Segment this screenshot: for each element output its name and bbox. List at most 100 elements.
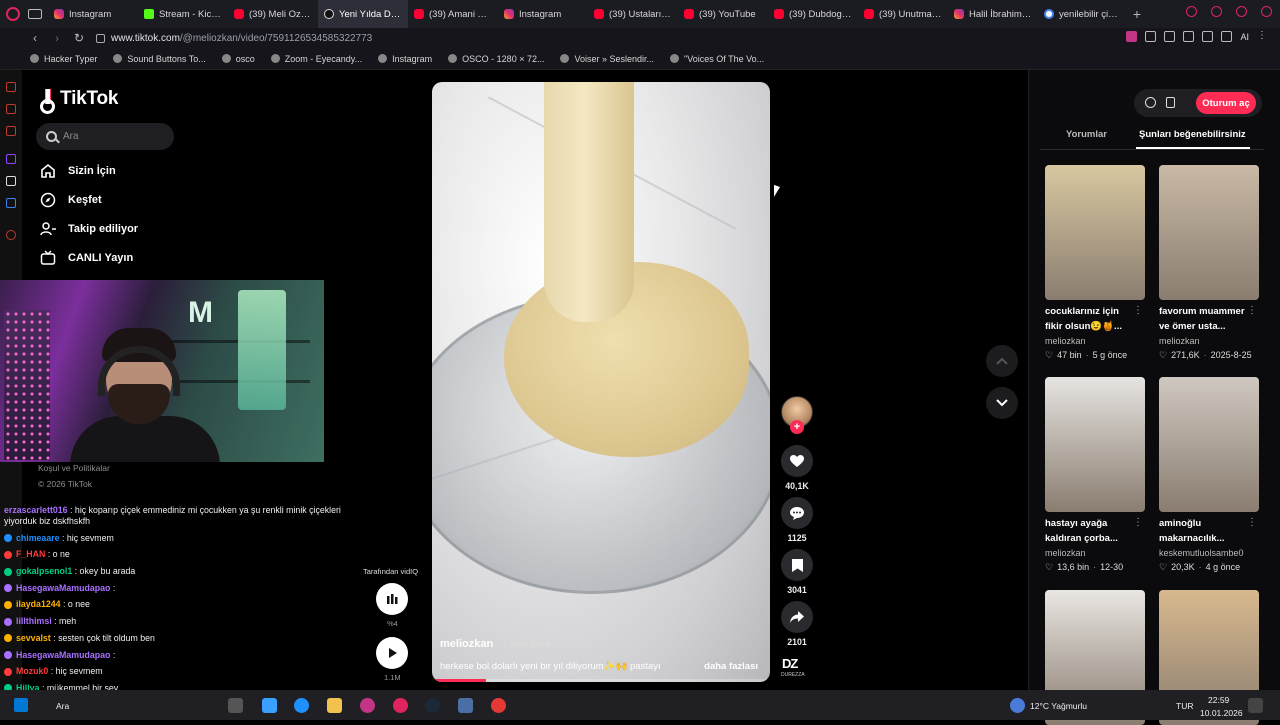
suggested-video-card[interactable]: cocuklarınız için fikir olsun😉🍯... ⋮ melio… <box>1045 165 1145 361</box>
menu-icon[interactable]: ⋮ <box>1257 31 1268 42</box>
bookmark-item[interactable]: Voiser » Seslendir... <box>560 54 654 64</box>
tab-comments[interactable]: Yorumlar <box>1066 129 1107 140</box>
bookmark-item[interactable]: OSCO - 1280 × 72... <box>448 54 544 64</box>
bookmark-item[interactable]: Hacker Typer <box>30 54 97 64</box>
bookmark-item[interactable]: Instagram <box>378 54 432 64</box>
taskbar-app-icon[interactable] <box>458 698 473 713</box>
next-video-button[interactable] <box>986 387 1018 419</box>
puzzle-icon[interactable] <box>1164 31 1176 42</box>
twitch-icon[interactable] <box>6 154 16 164</box>
cart-icon[interactable] <box>1183 31 1195 42</box>
taskbar-app-icon[interactable] <box>491 698 506 713</box>
video-thumbnail[interactable] <box>1159 165 1259 300</box>
login-button[interactable]: Oturum aç <box>1196 92 1256 114</box>
play-button[interactable] <box>376 637 408 669</box>
browser-tab[interactable]: Instagram <box>498 0 588 28</box>
card-author[interactable]: keskemutluolsambe0 <box>1159 548 1259 558</box>
share-button[interactable] <box>781 601 813 633</box>
browser-tab[interactable]: (39) Amani Yan <box>408 0 498 28</box>
sidebar-app-icon[interactable] <box>6 104 16 114</box>
new-tab-button[interactable]: + <box>1130 6 1144 22</box>
opera-icon[interactable] <box>393 698 408 713</box>
browser-tab[interactable]: yenilebilir çiçek <box>1038 0 1128 28</box>
x-icon[interactable] <box>6 176 16 186</box>
phone-icon[interactable] <box>1166 97 1175 108</box>
minimize-icon[interactable] <box>1211 6 1222 17</box>
reload-button[interactable]: ↻ <box>68 31 90 45</box>
more-options-icon[interactable]: ⋮ <box>1247 517 1257 528</box>
url-field[interactable]: www.tiktok.com/@meliozkan/video/75911265… <box>111 33 372 44</box>
sidebar-app-icon[interactable] <box>6 82 16 92</box>
start-icon[interactable] <box>14 698 28 712</box>
chat-username[interactable]: HasegawaMamudapao <box>16 583 110 593</box>
nav-live[interactable]: CANLI Yayın <box>40 250 133 266</box>
browser-tab[interactable]: (39) Meli Ozkan <box>228 0 318 28</box>
bookmark-item[interactable]: Sound Buttons To... <box>113 54 206 64</box>
footer-terms-link[interactable]: Koşul ve Politikalar <box>38 463 110 473</box>
pause-button[interactable] <box>376 583 408 615</box>
folder-icon[interactable] <box>327 698 342 713</box>
chat-username[interactable]: gokalpsenol1 <box>16 566 72 576</box>
video-author-name[interactable]: meliozkan <box>440 638 493 650</box>
browser-tab[interactable]: Yeni Yılda Dolarla Pasta Ta <box>318 0 408 28</box>
video-player[interactable]: meliozkan · 1 saat önce herkese bol dola… <box>432 82 770 682</box>
task-view-icon[interactable] <box>228 698 243 713</box>
suggested-video-card[interactable]: hastayı ayağa kaldıran çorba... ⋮ meliozka… <box>1045 377 1145 573</box>
comment-button[interactable] <box>781 497 813 529</box>
search-input[interactable] <box>63 131 163 142</box>
browser-tab[interactable]: (39) Unutma Be <box>858 0 948 28</box>
previous-video-button[interactable] <box>986 345 1018 377</box>
video-thumbnail[interactable] <box>1045 377 1145 512</box>
clock-time[interactable]: 22:59 <box>1208 695 1229 705</box>
more-options-icon[interactable]: ⋮ <box>1247 305 1257 316</box>
card-author[interactable]: meliozkan <box>1159 336 1259 346</box>
bookmark-item[interactable]: osco <box>221 54 255 64</box>
back-button[interactable]: ‹ <box>24 31 46 45</box>
lock-icon[interactable] <box>96 33 105 43</box>
browser-tab[interactable]: Halil İbrahim Ce <box>948 0 1038 28</box>
browser-tab[interactable]: Stream - Kick D <box>138 0 228 28</box>
chat-username[interactable]: ilayda1244 <box>16 599 61 609</box>
browser-tab[interactable]: (39) Ustaları için <box>588 0 678 28</box>
bookmark-button[interactable] <box>781 549 813 581</box>
nav-explore[interactable]: Keşfet <box>40 192 102 208</box>
bookmark-item[interactable]: "Voices Of The Vo... <box>670 54 764 64</box>
edge-icon[interactable] <box>294 698 309 713</box>
notification-icon[interactable] <box>1248 698 1263 713</box>
browser-logo-icon[interactable] <box>6 7 20 21</box>
card-author[interactable]: meliozkan <box>1045 548 1145 558</box>
browser-tab[interactable]: Instagram <box>48 0 138 28</box>
bookmark-item[interactable]: Zoom - Eyecandy... <box>270 54 362 64</box>
card-title[interactable]: favorum muammer ve ömer usta... <box>1159 304 1245 334</box>
compass-icon[interactable] <box>1145 97 1156 108</box>
video-thumbnail[interactable] <box>1159 377 1259 512</box>
forward-button[interactable]: › <box>46 31 68 45</box>
edit-icon[interactable] <box>1221 31 1233 42</box>
ai-button[interactable]: AI <box>1240 32 1249 42</box>
taskbar-app-icon[interactable] <box>360 698 375 713</box>
like-button[interactable] <box>781 445 813 477</box>
tiktok-logo[interactable]: TikTok <box>40 88 118 114</box>
card-title[interactable]: aminoğlu makarnacılık... <box>1159 516 1245 546</box>
tab-list-icon[interactable] <box>28 9 42 19</box>
more-options-icon[interactable]: ⋮ <box>1133 517 1143 528</box>
extension-icon[interactable] <box>1145 31 1157 42</box>
follow-plus-button[interactable]: + <box>790 420 804 434</box>
browser-tab[interactable]: (39) YouTube <box>678 0 768 28</box>
video-thumbnail[interactable] <box>1045 165 1145 300</box>
clock-date[interactable]: 10.01.2026 <box>1200 708 1243 718</box>
browser-tab[interactable]: (39) Dubdogz, L <box>768 0 858 28</box>
chat-username[interactable]: lillthimsi <box>16 616 52 626</box>
search-box[interactable] <box>36 123 174 150</box>
chat-username[interactable]: Mozuk0 <box>16 666 48 676</box>
taskbar-app-icon[interactable] <box>262 698 277 713</box>
chat-username[interactable]: erzascarlett016 <box>4 505 68 515</box>
suggested-video-card[interactable]: favorum muammer ve ömer usta... ⋮ meliozka… <box>1159 165 1259 361</box>
more-button[interactable]: daha fazlası <box>704 661 758 672</box>
maximize-icon[interactable] <box>1236 6 1247 17</box>
search-tabs-icon[interactable] <box>1186 6 1197 17</box>
chat-username[interactable]: HasegawaMamudapao <box>16 650 110 660</box>
nav-for-you[interactable]: Sizin İçin <box>40 163 116 179</box>
more-options-icon[interactable]: ⋮ <box>1133 305 1143 316</box>
chat-username[interactable]: chimeaare <box>16 533 60 543</box>
